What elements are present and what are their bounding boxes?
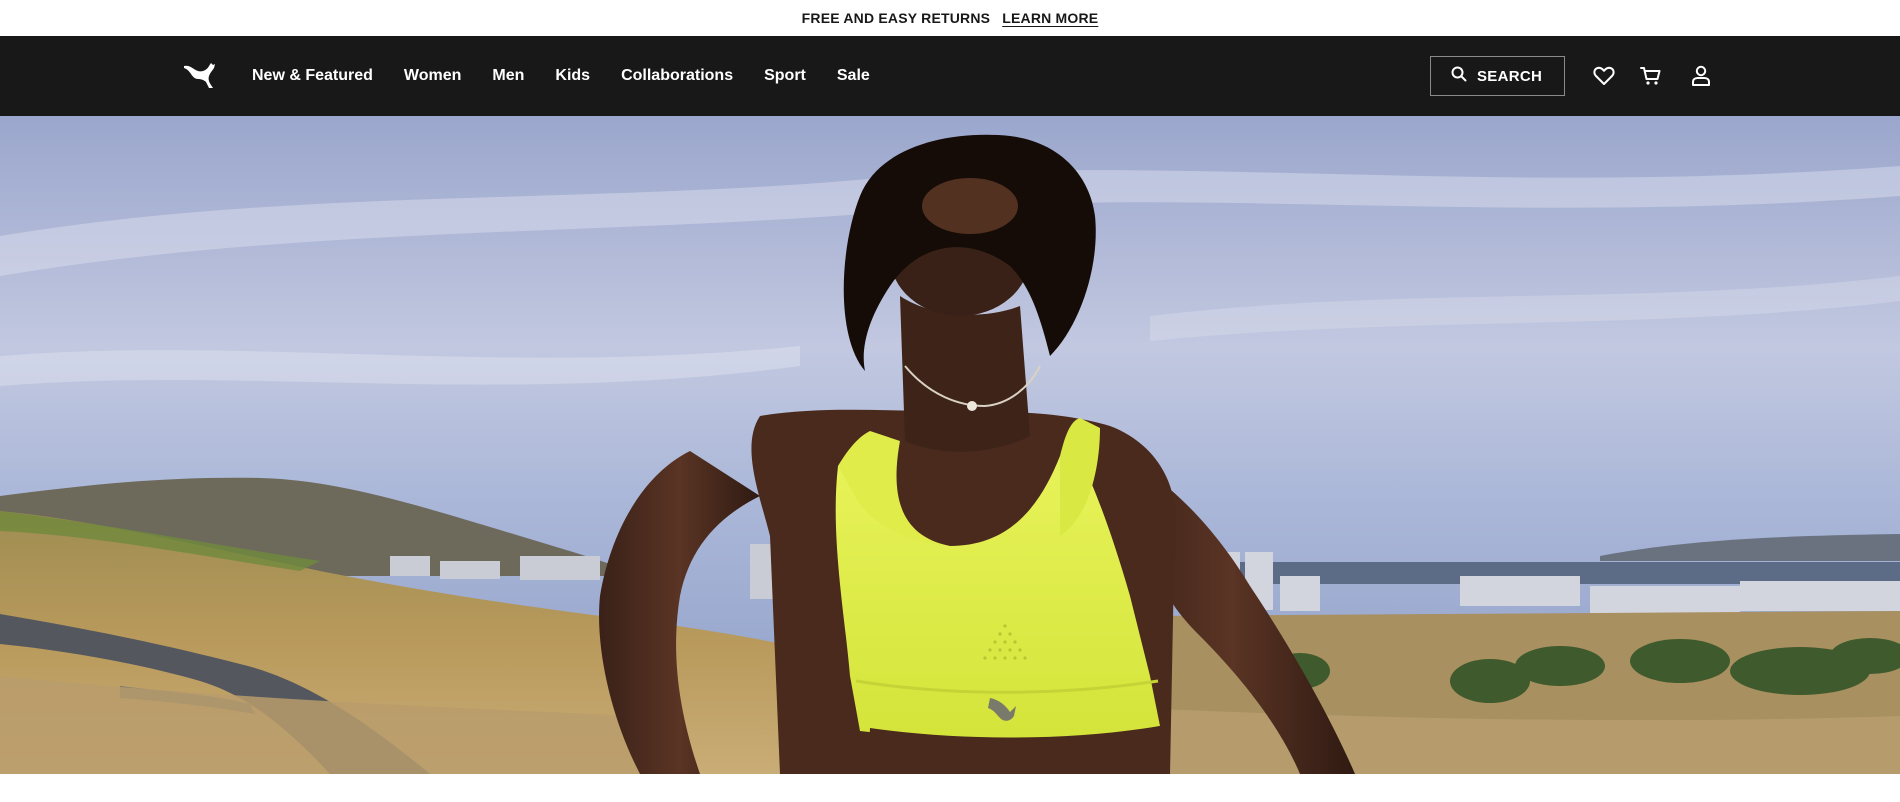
nav-item-men[interactable]: Men [492,67,524,85]
hero-banner[interactable] [0,116,1900,774]
cart-icon[interactable] [1638,63,1664,89]
nav-item-women[interactable]: Women [404,67,461,85]
primary-menu: New & Featured Women Men Kids Collaborat… [252,36,901,116]
hero-image [0,116,1900,774]
nav-item-sport[interactable]: Sport [764,67,806,85]
nav-item-collaborations[interactable]: Collaborations [621,67,733,85]
promo-text: FREE AND EASY RETURNS [801,10,991,26]
learn-more-link[interactable]: LEARN MORE [1002,10,1098,26]
promo-bar: FREE AND EASY RETURNS LEARN MORE [0,0,1900,36]
nav-item-sale[interactable]: Sale [837,67,870,85]
main-nav: New & Featured Women Men Kids Collaborat… [0,36,1900,116]
search-button[interactable]: SEARCH [1430,56,1565,96]
user-icon[interactable] [1688,63,1714,89]
search-icon [1451,66,1467,86]
heart-icon[interactable] [1591,63,1617,89]
search-label: SEARCH [1477,67,1543,85]
puma-cat-logo-icon[interactable] [182,60,218,90]
nav-item-new-featured[interactable]: New & Featured [252,67,373,85]
nav-item-kids[interactable]: Kids [555,67,590,85]
